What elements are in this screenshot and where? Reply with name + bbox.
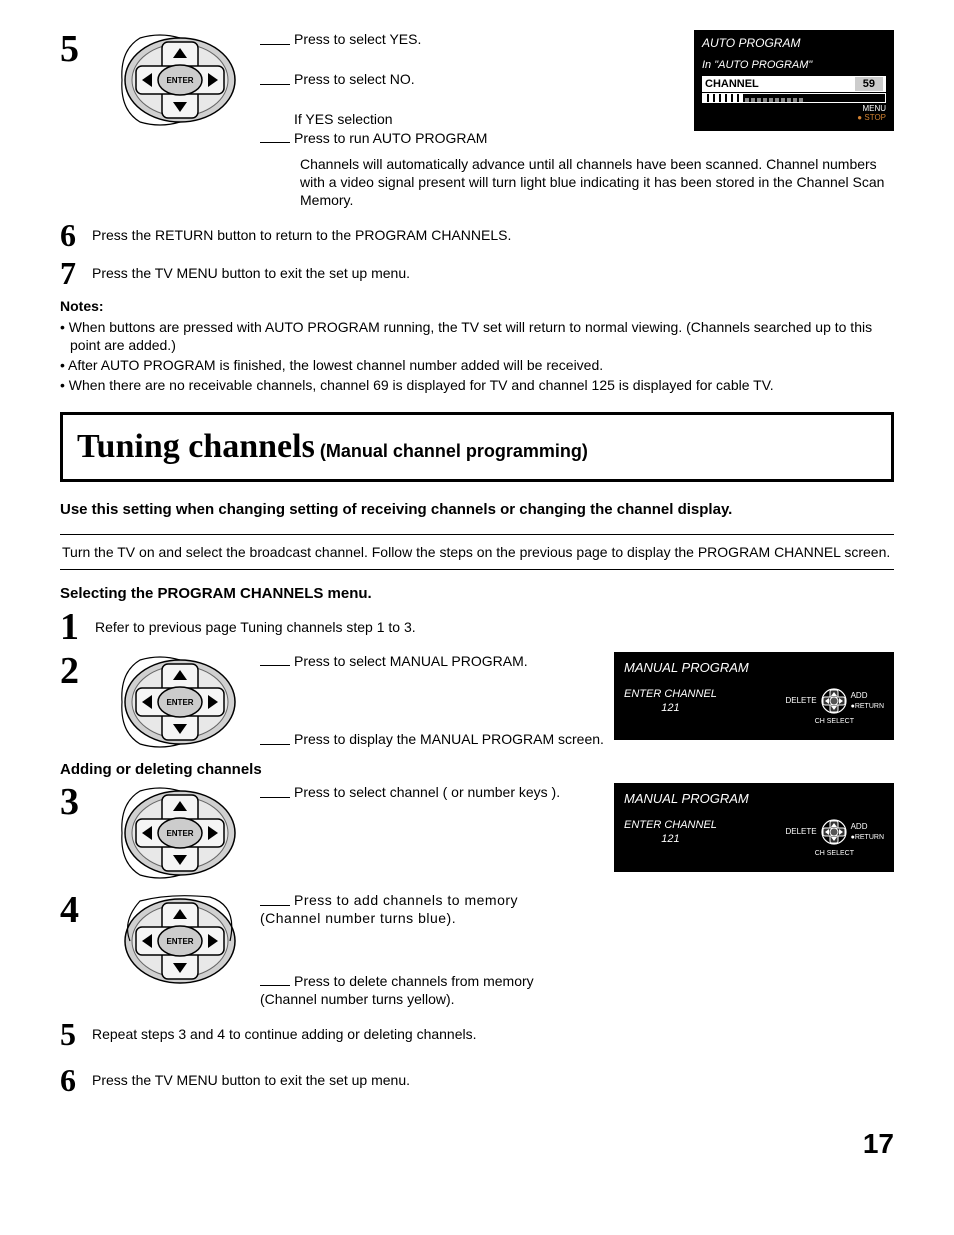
- m-step-number-5: 5: [60, 1018, 76, 1050]
- m-step-number-1: 1: [60, 608, 79, 646]
- m-step2-select: Press to select MANUAL PROGRAM.: [294, 653, 528, 669]
- osd2-add: ADD: [851, 822, 884, 832]
- osd-channel-value: 59: [855, 77, 883, 91]
- osd2-return: RETURN: [855, 703, 884, 710]
- subhead-selecting: Selecting the PROGRAM CHANNELS menu.: [60, 584, 894, 604]
- m-step-number-2: 2: [60, 652, 100, 690]
- step5-select-yes: Press to select YES.: [294, 31, 421, 47]
- auto-program-osd: AUTO PROGRAM In "AUTO PROGRAM" CHANNEL 5…: [694, 30, 894, 131]
- dpad-icon: [100, 783, 260, 883]
- m-step1-text: Refer to previous page Tuning channels s…: [95, 618, 416, 636]
- section-subtitle: (Manual channel programming): [315, 441, 588, 461]
- osd2-chselect: CH SELECT: [624, 717, 854, 726]
- m-step6-text: Press the TV MENU button to exit the set…: [92, 1071, 410, 1089]
- m-step5-text: Repeat steps 3 and 4 to continue adding …: [92, 1025, 477, 1043]
- step5-run-auto: Press to run AUTO PROGRAM: [294, 130, 487, 146]
- dpad-icon: [100, 652, 260, 752]
- note-item: When there are no receivable channels, c…: [60, 376, 894, 394]
- m-step4-delete: Press to delete channels from memory (Ch…: [260, 973, 534, 1007]
- section-heading-box: Tuning channels (Manual channel programm…: [60, 412, 894, 482]
- m-step-number-4: 4: [60, 891, 100, 929]
- osd2-title: MANUAL PROGRAM: [624, 660, 884, 677]
- step5-select-no: Press to select NO.: [294, 71, 415, 87]
- m-step-number-3: 3: [60, 783, 100, 821]
- osd2-channel-value: 121: [624, 832, 717, 846]
- osd-foot-stop: STOP: [864, 113, 886, 122]
- step5-if-yes: If YES selection: [294, 110, 694, 128]
- m-step2-display: Press to display the MANUAL PROGRAM scre…: [294, 731, 604, 747]
- note-item: After AUTO PROGRAM is finished, the lowe…: [60, 356, 894, 374]
- m-step3-text: Press to select channel ( or number keys…: [294, 784, 560, 800]
- osd2-title: MANUAL PROGRAM: [624, 791, 884, 808]
- step6-text: Press the RETURN button to return to the…: [92, 226, 511, 244]
- mini-dpad-icon: [820, 818, 848, 846]
- instruction-box: Turn the TV on and select the broadcast …: [60, 534, 894, 570]
- notes-list: When buttons are pressed with AUTO PROGR…: [60, 318, 894, 395]
- osd2-enter-label: ENTER CHANNEL: [624, 687, 717, 701]
- page-number: 17: [60, 1126, 894, 1162]
- osd2-channel-value: 121: [624, 701, 717, 715]
- auto-program-note: Channels will automatically advance unti…: [300, 155, 894, 210]
- note-item: When buttons are pressed with AUTO PROGR…: [60, 318, 894, 354]
- step-number-5: 5: [60, 30, 100, 68]
- intro-bold-text: Use this setting when changing setting o…: [60, 500, 894, 520]
- osd2-return: RETURN: [855, 834, 884, 841]
- dpad-icon: [100, 30, 260, 130]
- osd2-enter-label: ENTER CHANNEL: [624, 818, 717, 832]
- step-number-7: 7: [60, 257, 76, 289]
- manual-program-osd: MANUAL PROGRAM ENTER CHANNEL 121 DELETE …: [614, 652, 894, 741]
- subhead-adding: Adding or deleting channels: [60, 760, 894, 780]
- notes-heading: Notes:: [60, 297, 894, 315]
- section-title: Tuning channels: [77, 428, 315, 465]
- m-step4-add: Press to add channels to memory (Channel…: [260, 892, 518, 926]
- osd-title: AUTO PROGRAM: [702, 36, 886, 52]
- step-number-6: 6: [60, 219, 76, 251]
- step7-text: Press the TV MENU button to exit the set…: [92, 264, 410, 282]
- osd-channel-label: CHANNEL: [705, 77, 759, 91]
- dpad-icon: [100, 891, 260, 991]
- osd2-delete: DELETE: [785, 696, 816, 706]
- osd-status: In "AUTO PROGRAM": [702, 58, 886, 72]
- osd2-chselect: CH SELECT: [624, 849, 854, 858]
- osd2-delete: DELETE: [785, 827, 816, 837]
- manual-program-osd-2: MANUAL PROGRAM ENTER CHANNEL 121 DELETE …: [614, 783, 894, 872]
- osd-progress-bar: [702, 93, 886, 103]
- m-step-number-6: 6: [60, 1064, 76, 1096]
- mini-dpad-icon: [820, 687, 848, 715]
- osd2-add: ADD: [851, 691, 884, 701]
